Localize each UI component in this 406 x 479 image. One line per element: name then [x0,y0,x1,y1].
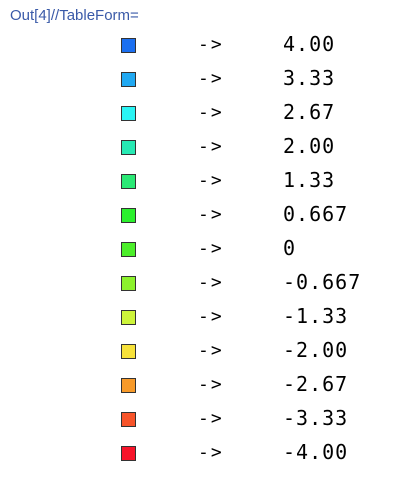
color-swatch [121,140,136,155]
arrow-symbol: -> [198,408,224,429]
color-swatch [121,174,136,189]
color-swatch [121,38,136,53]
arrow-symbol: -> [198,170,224,191]
table-row: -> 0.667 [0,198,406,232]
color-swatch [121,72,136,87]
arrow-symbol: -> [198,306,224,327]
table-form: -> 4.00 -> 3.33 -> 2.67 -> 2.00 -> 1.33 … [0,28,406,470]
table-row: -> 1.33 [0,164,406,198]
row-value: 0 [283,236,297,260]
arrow-symbol: -> [198,204,224,225]
color-swatch [121,242,136,257]
table-row: -> 0 [0,232,406,266]
color-swatch [121,276,136,291]
table-row: -> -2.00 [0,334,406,368]
color-swatch [121,310,136,325]
arrow-symbol: -> [198,442,224,463]
arrow-symbol: -> [198,68,224,89]
table-row: -> -2.67 [0,368,406,402]
row-value: 2.00 [283,134,336,158]
table-row: -> 3.33 [0,62,406,96]
table-row: -> -1.33 [0,300,406,334]
color-swatch [121,412,136,427]
arrow-symbol: -> [198,238,224,259]
table-row: -> -0.667 [0,266,406,300]
arrow-symbol: -> [198,272,224,293]
arrow-symbol: -> [198,340,224,361]
row-value: 0.667 [283,202,349,226]
arrow-symbol: -> [198,102,224,123]
color-swatch [121,208,136,223]
row-value: -1.33 [283,304,349,328]
row-value: -4.00 [283,440,349,464]
table-row: -> -3.33 [0,402,406,436]
row-value: -2.00 [283,338,349,362]
arrow-symbol: -> [198,34,224,55]
row-value: 3.33 [283,66,336,90]
table-row: -> -4.00 [0,436,406,470]
row-value: 1.33 [283,168,336,192]
row-value: -2.67 [283,372,349,396]
row-value: 2.67 [283,100,336,124]
color-swatch [121,378,136,393]
color-swatch [121,446,136,461]
row-value: -3.33 [283,406,349,430]
color-swatch [121,344,136,359]
table-row: -> 4.00 [0,28,406,62]
output-label: Out[4]//TableForm= [10,7,139,24]
arrow-symbol: -> [198,136,224,157]
color-swatch [121,106,136,121]
table-row: -> 2.67 [0,96,406,130]
table-row: -> 2.00 [0,130,406,164]
arrow-symbol: -> [198,374,224,395]
row-value: 4.00 [283,32,336,56]
row-value: -0.667 [283,270,362,294]
